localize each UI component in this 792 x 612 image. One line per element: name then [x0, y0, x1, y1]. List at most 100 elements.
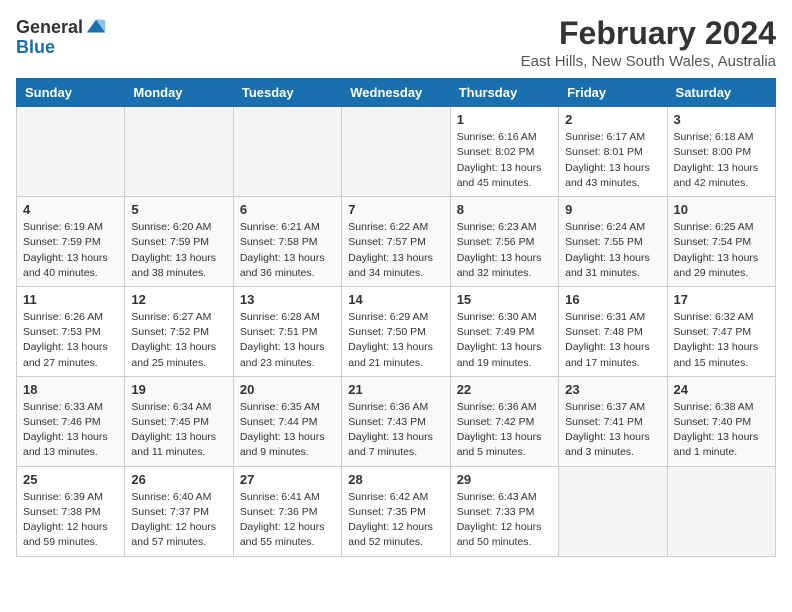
calendar-cell — [559, 466, 667, 556]
weekday-header: Friday — [559, 79, 667, 107]
day-info: Sunrise: 6:39 AMSunset: 7:38 PMDaylight:… — [23, 490, 118, 551]
calendar-table: SundayMondayTuesdayWednesdayThursdayFrid… — [16, 78, 776, 556]
day-number: 8 — [457, 202, 552, 217]
calendar-cell: 27 Sunrise: 6:41 AMSunset: 7:36 PMDayligh… — [233, 466, 341, 556]
day-number: 28 — [348, 472, 443, 487]
calendar-week-row: 1 Sunrise: 6:16 AMSunset: 8:02 PMDaylight… — [17, 107, 776, 197]
logo-blue: Blue — [16, 37, 55, 57]
calendar-cell: 11 Sunrise: 6:26 AMSunset: 7:53 PMDayligh… — [17, 286, 125, 376]
calendar-cell: 28 Sunrise: 6:42 AMSunset: 7:35 PMDayligh… — [342, 466, 450, 556]
day-info: Sunrise: 6:40 AMSunset: 7:37 PMDaylight:… — [131, 490, 226, 551]
day-info: Sunrise: 6:32 AMSunset: 7:47 PMDaylight:… — [674, 310, 769, 371]
day-number: 19 — [131, 382, 226, 397]
day-number: 26 — [131, 472, 226, 487]
calendar-cell: 8 Sunrise: 6:23 AMSunset: 7:56 PMDaylight… — [450, 197, 558, 287]
calendar-cell: 14 Sunrise: 6:29 AMSunset: 7:50 PMDayligh… — [342, 286, 450, 376]
page-title: February 2024 — [521, 16, 776, 51]
day-info: Sunrise: 6:31 AMSunset: 7:48 PMDaylight:… — [565, 310, 660, 371]
day-number: 14 — [348, 292, 443, 307]
calendar-week-row: 18 Sunrise: 6:33 AMSunset: 7:46 PMDayligh… — [17, 376, 776, 466]
day-info: Sunrise: 6:16 AMSunset: 8:02 PMDaylight:… — [457, 130, 552, 191]
day-number: 4 — [23, 202, 118, 217]
calendar-cell: 3 Sunrise: 6:18 AMSunset: 8:00 PMDaylight… — [667, 107, 775, 197]
calendar-cell — [125, 107, 233, 197]
calendar-cell: 1 Sunrise: 6:16 AMSunset: 8:02 PMDaylight… — [450, 107, 558, 197]
calendar-week-row: 25 Sunrise: 6:39 AMSunset: 7:38 PMDayligh… — [17, 466, 776, 556]
day-info: Sunrise: 6:25 AMSunset: 7:54 PMDaylight:… — [674, 220, 769, 281]
day-number: 12 — [131, 292, 226, 307]
calendar-header-row: SundayMondayTuesdayWednesdayThursdayFrid… — [17, 79, 776, 107]
day-info: Sunrise: 6:29 AMSunset: 7:50 PMDaylight:… — [348, 310, 443, 371]
calendar-cell — [17, 107, 125, 197]
calendar-cell: 16 Sunrise: 6:31 AMSunset: 7:48 PMDayligh… — [559, 286, 667, 376]
day-number: 20 — [240, 382, 335, 397]
calendar-cell: 6 Sunrise: 6:21 AMSunset: 7:58 PMDaylight… — [233, 197, 341, 287]
day-info: Sunrise: 6:26 AMSunset: 7:53 PMDaylight:… — [23, 310, 118, 371]
calendar-cell: 4 Sunrise: 6:19 AMSunset: 7:59 PMDaylight… — [17, 197, 125, 287]
calendar-cell: 26 Sunrise: 6:40 AMSunset: 7:37 PMDayligh… — [125, 466, 233, 556]
day-info: Sunrise: 6:33 AMSunset: 7:46 PMDaylight:… — [23, 400, 118, 461]
calendar-cell: 5Sunrise: 6:20 AMSunset: 7:59 PMDaylight… — [125, 197, 233, 287]
day-number: 29 — [457, 472, 552, 487]
weekday-header: Sunday — [17, 79, 125, 107]
calendar-cell: 29 Sunrise: 6:43 AMSunset: 7:33 PMDayligh… — [450, 466, 558, 556]
day-info: Sunrise: 6:37 AMSunset: 7:41 PMDaylight:… — [565, 400, 660, 461]
calendar-cell — [233, 107, 341, 197]
day-number: 15 — [457, 292, 552, 307]
day-number: 18 — [23, 382, 118, 397]
day-info: Sunrise: 6:43 AMSunset: 7:33 PMDaylight:… — [457, 490, 552, 551]
calendar-cell: 20 Sunrise: 6:35 AMSunset: 7:44 PMDayligh… — [233, 376, 341, 466]
day-number: 22 — [457, 382, 552, 397]
weekday-header: Saturday — [667, 79, 775, 107]
logo-general: General — [16, 18, 83, 36]
day-number: 24 — [674, 382, 769, 397]
calendar-cell: 22 Sunrise: 6:36 AMSunset: 7:42 PMDayligh… — [450, 376, 558, 466]
day-number: 1 — [457, 112, 552, 127]
day-info: Sunrise: 6:35 AMSunset: 7:44 PMDaylight:… — [240, 400, 335, 461]
calendar-cell: 17 Sunrise: 6:32 AMSunset: 7:47 PMDayligh… — [667, 286, 775, 376]
page-header: General Blue February 2024 East Hills, N… — [16, 16, 776, 70]
day-info: Sunrise: 6:18 AMSunset: 8:00 PMDaylight:… — [674, 130, 769, 191]
weekday-header: Wednesday — [342, 79, 450, 107]
day-number: 7 — [348, 202, 443, 217]
logo-icon — [85, 16, 107, 38]
day-info: Sunrise: 6:23 AMSunset: 7:56 PMDaylight:… — [457, 220, 552, 281]
day-number: 9 — [565, 202, 660, 217]
day-info: Sunrise: 6:41 AMSunset: 7:36 PMDaylight:… — [240, 490, 335, 551]
day-info: Sunrise: 6:30 AMSunset: 7:49 PMDaylight:… — [457, 310, 552, 371]
calendar-cell: 25 Sunrise: 6:39 AMSunset: 7:38 PMDayligh… — [17, 466, 125, 556]
day-number: 21 — [348, 382, 443, 397]
day-info: Sunrise: 6:20 AMSunset: 7:59 PMDaylight:… — [131, 220, 226, 281]
day-number: 17 — [674, 292, 769, 307]
logo: General Blue — [16, 16, 107, 58]
day-info: Sunrise: 6:38 AMSunset: 7:40 PMDaylight:… — [674, 400, 769, 461]
day-info: Sunrise: 6:22 AMSunset: 7:57 PMDaylight:… — [348, 220, 443, 281]
title-block: February 2024 East Hills, New South Wale… — [521, 16, 776, 70]
calendar-cell — [342, 107, 450, 197]
weekday-header: Thursday — [450, 79, 558, 107]
calendar-cell: 24 Sunrise: 6:38 AMSunset: 7:40 PMDayligh… — [667, 376, 775, 466]
calendar-cell: 18 Sunrise: 6:33 AMSunset: 7:46 PMDayligh… — [17, 376, 125, 466]
calendar-cell: 23 Sunrise: 6:37 AMSunset: 7:41 PMDayligh… — [559, 376, 667, 466]
day-info: Sunrise: 6:36 AMSunset: 7:42 PMDaylight:… — [457, 400, 552, 461]
calendar-cell: 15 Sunrise: 6:30 AMSunset: 7:49 PMDayligh… — [450, 286, 558, 376]
day-number: 11 — [23, 292, 118, 307]
weekday-header: Monday — [125, 79, 233, 107]
day-info: Sunrise: 6:28 AMSunset: 7:51 PMDaylight:… — [240, 310, 335, 371]
calendar-cell: 10 Sunrise: 6:25 AMSunset: 7:54 PMDayligh… — [667, 197, 775, 287]
day-number: 16 — [565, 292, 660, 307]
calendar-cell: 21 Sunrise: 6:36 AMSunset: 7:43 PMDayligh… — [342, 376, 450, 466]
weekday-header: Tuesday — [233, 79, 341, 107]
day-info: Sunrise: 6:42 AMSunset: 7:35 PMDaylight:… — [348, 490, 443, 551]
calendar-cell: 12Sunrise: 6:27 AMSunset: 7:52 PMDayligh… — [125, 286, 233, 376]
day-number: 23 — [565, 382, 660, 397]
calendar-cell — [667, 466, 775, 556]
day-number: 3 — [674, 112, 769, 127]
day-number: 10 — [674, 202, 769, 217]
day-info: Sunrise: 6:19 AMSunset: 7:59 PMDaylight:… — [23, 220, 118, 281]
day-number: 6 — [240, 202, 335, 217]
day-number: 27 — [240, 472, 335, 487]
day-number: 25 — [23, 472, 118, 487]
day-info: Sunrise: 6:21 AMSunset: 7:58 PMDaylight:… — [240, 220, 335, 281]
day-info: Sunrise: 6:36 AMSunset: 7:43 PMDaylight:… — [348, 400, 443, 461]
